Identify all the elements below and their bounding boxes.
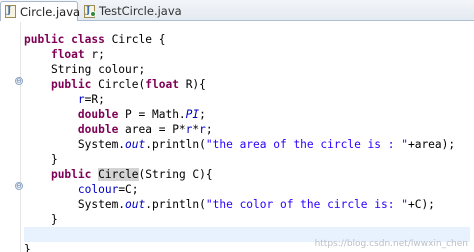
java-file-icon: J <box>4 5 17 18</box>
code-line-13: } <box>50 213 58 226</box>
code-line-4: public Circle(float R){ <box>50 78 206 91</box>
code-line-8: System.out.println("the area of the circ… <box>77 138 456 151</box>
editor-gutter <box>0 22 14 252</box>
code-line-1: public class Circle { <box>24 33 166 46</box>
code-line-10: public Circle(String C){ <box>50 168 213 181</box>
tab-circle-java[interactable]: J Circle.java ✕ <box>0 1 91 21</box>
code-line-7: double area = P*r*r; <box>77 123 213 136</box>
code-line-12: System.out.println("the color of the cir… <box>77 198 435 211</box>
watermark-text: https://blog.csdn.net/lwwxin_chen <box>314 239 468 249</box>
occurrence-highlight: Circle <box>98 168 139 181</box>
code-line-3: String colour; <box>50 63 146 76</box>
fold-ruler <box>14 22 21 252</box>
tab-testcircle-java[interactable]: J TestCircle.java <box>80 1 182 21</box>
fold-collapse-icon[interactable]: ⊖ <box>15 77 23 85</box>
editor-tab-bar: J Circle.java ✕ J TestCircle.java <box>0 0 474 21</box>
code-line-9: } <box>50 153 58 166</box>
code-line-2: float r; <box>50 48 105 61</box>
tab-label: TestCircle.java <box>99 4 182 18</box>
java-file-icon: J <box>83 4 96 18</box>
fold-collapse-icon[interactable]: ⊖ <box>15 182 23 190</box>
code-line-11: colour=C; <box>77 183 139 196</box>
tab-label: Circle.java <box>20 4 81 19</box>
code-line-6: double P = Math.PI; <box>77 108 206 121</box>
code-editor[interactable]: ⊖ ⊖ public class Circle { float r; Strin… <box>0 22 474 252</box>
code-line-5: r=R; <box>77 93 105 106</box>
